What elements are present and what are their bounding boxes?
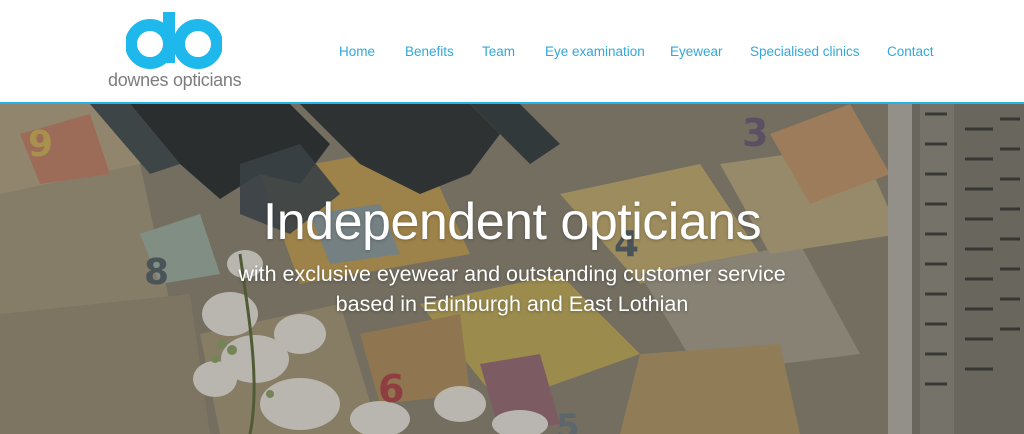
nav-team[interactable]: Team (482, 44, 515, 59)
hero-banner: 9 3 8 4 6 5 Independent opticians with e… (0, 104, 1024, 434)
nav-contact[interactable]: Contact (887, 44, 934, 59)
hero-title: Independent opticians (262, 193, 762, 251)
hero-subtitle-line-1: with exclusive eyewear and outstanding c… (238, 262, 786, 286)
site-header: downes opticians Home Benefits Team Eye … (0, 0, 1024, 104)
logo-wordmark: downes opticians (108, 70, 242, 90)
main-nav: Home Benefits Team Eye examination Eyewe… (0, 44, 1024, 64)
nav-benefits[interactable]: Benefits (405, 44, 454, 59)
nav-eyewear[interactable]: Eyewear (670, 44, 723, 59)
nav-home[interactable]: Home (339, 44, 375, 59)
nav-specialised-clinics[interactable]: Specialised clinics (750, 44, 860, 59)
nav-eye-examination[interactable]: Eye examination (545, 44, 645, 59)
hero-subtitle-line-2: based in Edinburgh and East Lothian (335, 292, 689, 316)
